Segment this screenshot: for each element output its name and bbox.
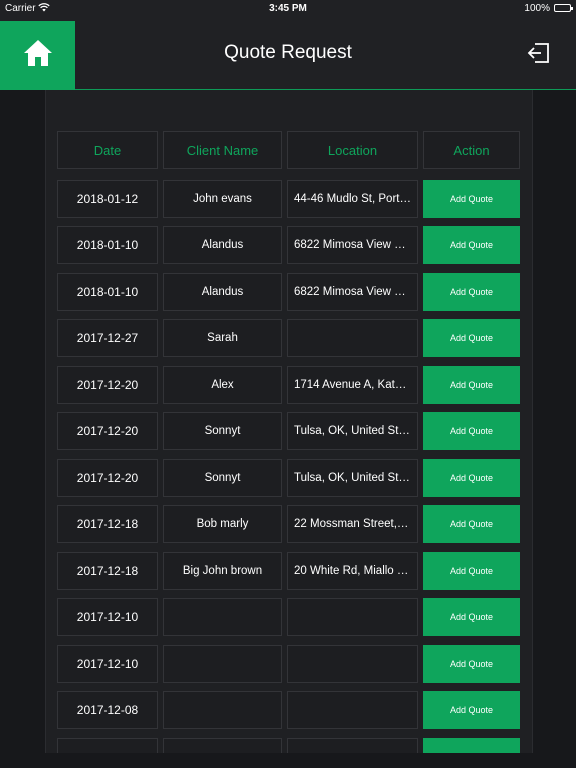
row-location [287,645,418,683]
add-quote-button[interactable]: Add Quote [423,645,520,683]
row-date: 2017-12-08 [57,691,158,729]
row-date: 2017-12-27 [57,319,158,357]
header-date[interactable]: Date [57,131,158,169]
row-client-name [163,738,282,753]
row-location-text: 6822 Mimosa View Lan... [294,239,411,251]
row-client-name [163,691,282,729]
header-action: Action [423,131,520,169]
row-client-name [163,645,282,683]
row-location-text: 44-46 Mudlo St, Port D... [294,193,411,205]
row-location [287,319,418,357]
status-bar: Carrier 3:45 PM 100% [0,0,576,20]
row-location: 22 Mossman Street, Mo... [287,505,418,543]
page-title: Quote Request [224,42,352,63]
header-client-name[interactable]: Client Name [163,131,282,169]
battery-icon [554,4,573,12]
add-quote-button[interactable]: Add Quote [423,691,520,729]
add-quote-button[interactable]: Add Quote [423,505,520,543]
add-quote-button[interactable]: Add Quote [423,180,520,218]
row-location [287,738,418,753]
row-location-text: Tulsa, OK, United States [294,472,411,484]
row-location-text: 1714 Avenue A, Katy, TX... [294,379,411,391]
add-quote-button[interactable]: Add Quote [423,552,520,590]
nav-bar: Quote Request [0,20,576,90]
row-date: 2017-12-20 [57,459,158,497]
row-date: 2017-12-18 [57,505,158,543]
row-location: 6822 Mimosa View Lan... [287,273,418,311]
logout-button[interactable] [526,40,552,66]
row-client-name: Sonnyt [163,412,282,450]
row-location: 20 White Rd, Miallo QL... [287,552,418,590]
row-date: 2018-01-12 [57,180,158,218]
row-client-name: Alex [163,366,282,404]
logout-icon [526,43,552,70]
row-date: 2017-12-20 [57,412,158,450]
add-quote-button[interactable]: Add Quote [423,273,520,311]
row-client-name: Sonnyt [163,459,282,497]
header-location[interactable]: Location [287,131,418,169]
row-client-name: Bob marly [163,505,282,543]
row-client-name: John evans [163,180,282,218]
row-location: Tulsa, OK, United States [287,459,418,497]
row-date: 2017-12-18 [57,552,158,590]
row-client-name [163,598,282,636]
row-location-text: Tulsa, OK, United States [294,425,411,437]
clock: 3:45 PM [269,3,307,14]
row-client-name: Big John brown [163,552,282,590]
row-date: 2017-12-10 [57,598,158,636]
row-location [287,598,418,636]
row-date: 2017-12-20 [57,366,158,404]
row-location: Tulsa, OK, United States [287,412,418,450]
battery-percent: 100% [524,3,550,14]
row-client-name: Alandus [163,226,282,264]
row-location-text: 20 White Rd, Miallo QL... [294,565,411,577]
add-quote-button[interactable] [423,738,520,753]
row-location: 1714 Avenue A, Katy, TX... [287,366,418,404]
row-location-text: 22 Mossman Street, Mo... [294,518,411,530]
row-date [57,738,158,753]
row-client-name: Sarah [163,319,282,357]
add-quote-button[interactable]: Add Quote [423,366,520,404]
add-quote-button[interactable]: Add Quote [423,226,520,264]
add-quote-button[interactable]: Add Quote [423,319,520,357]
add-quote-button[interactable]: Add Quote [423,412,520,450]
row-date: 2018-01-10 [57,226,158,264]
add-quote-button[interactable]: Add Quote [423,459,520,497]
row-location [287,691,418,729]
row-location: 6822 Mimosa View Lan... [287,226,418,264]
row-location: 44-46 Mudlo St, Port D... [287,180,418,218]
quote-table: Date Client Name Location Action 2018-01… [45,90,533,753]
row-date: 2018-01-10 [57,273,158,311]
row-date: 2017-12-10 [57,645,158,683]
add-quote-button[interactable]: Add Quote [423,598,520,636]
row-location-text: 6822 Mimosa View Lan... [294,286,411,298]
row-client-name: Alandus [163,273,282,311]
